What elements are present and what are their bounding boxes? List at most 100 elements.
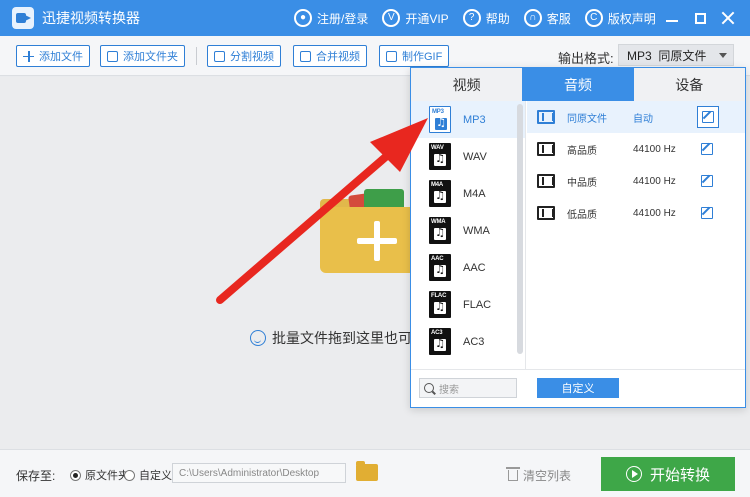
minimize-button[interactable] [658, 6, 686, 30]
format-popup: 视频 音频 设备 MP3 MP3 WAV WAV M4A M4A WMA WMA… [410, 67, 746, 408]
edit-icon[interactable] [697, 139, 717, 159]
top-links: ● 注册/登录 V 开通VIP ? 帮助 ∩ 客服 C 版权声明 [294, 0, 670, 36]
split-video-button[interactable]: 分割视频 [207, 45, 281, 67]
plus-icon [23, 50, 34, 62]
tab-device[interactable]: 设备 [633, 68, 745, 101]
quality-name: 低品质 [567, 209, 597, 221]
quality-rate: 44100 Hz [633, 175, 676, 187]
custom-button[interactable]: 自定义 [537, 378, 619, 398]
copyright-icon: C [584, 9, 603, 27]
output-format-label: 输出格式: [558, 51, 614, 66]
close-icon [721, 11, 735, 25]
save-to-label: 保存至: [16, 469, 56, 483]
radio-custom-folder[interactable]: 自定义 [124, 467, 172, 483]
radio-dot [124, 469, 135, 481]
flac-file-icon: FLAC [429, 291, 451, 318]
wma-file-icon: WMA [429, 217, 451, 244]
add-file-button[interactable]: 添加文件 [16, 45, 90, 67]
bottom-bar: 保存至: 原文件夹 自定义 C:\Users\Administrator\Des… [0, 449, 750, 497]
crop-icon [214, 50, 225, 62]
edit-icon[interactable] [697, 171, 717, 191]
vip-link[interactable]: V 开通VIP [382, 9, 449, 27]
quality-list: 同原文件 自动 高品质 44100 Hz 中品质 44100 Hz 低品质 44… [527, 101, 745, 229]
quality-rate: 自动 [633, 113, 653, 125]
trash-icon [506, 467, 520, 481]
radio-custom-label: 自定义 [139, 470, 172, 482]
play-icon [625, 466, 642, 482]
radio-dot [70, 469, 81, 481]
clear-list-label: 清空列表 [523, 469, 572, 483]
output-format-value: MP3 同原文件 [627, 48, 707, 63]
quality-name: 同原文件 [567, 113, 607, 125]
format-list-scrollbar[interactable] [517, 104, 523, 354]
quality-row-high[interactable]: 高品质 44100 Hz [527, 133, 745, 165]
format-item-wma[interactable]: WMA WMA [411, 212, 525, 249]
login-label: 注册/登录 [317, 11, 369, 26]
film-icon [537, 206, 555, 220]
edit-icon[interactable] [697, 106, 719, 128]
format-label: AC3 [463, 335, 485, 348]
help-link[interactable]: ? 帮助 [462, 9, 510, 27]
folder-icon[interactable] [356, 461, 378, 481]
drop-hint-text: 批量文件拖到这里也可以 [272, 330, 410, 346]
smile-icon [250, 330, 266, 346]
format-item-m4a[interactable]: M4A M4A [411, 175, 525, 212]
film-icon [537, 174, 555, 188]
vip-icon: V [382, 9, 401, 27]
minimize-icon [666, 20, 678, 22]
title-bar: 迅捷视频转换器 ● 注册/登录 V 开通VIP ? 帮助 ∩ 客服 C 版权声明 [0, 0, 750, 36]
headset-icon: ∩ [523, 9, 542, 27]
tab-video[interactable]: 视频 [411, 68, 523, 101]
close-button[interactable] [714, 6, 742, 30]
split-video-label: 分割视频 [230, 51, 274, 63]
format-item-ac3[interactable]: AC3 AC3 [411, 323, 525, 360]
copyright-link[interactable]: C 版权声明 [584, 9, 656, 27]
start-convert-button[interactable]: 开始转换 [601, 457, 735, 491]
login-link[interactable]: ● 注册/登录 [294, 9, 368, 27]
format-item-aac[interactable]: AAC AAC [411, 249, 525, 286]
merge-video-label: 合并视频 [316, 51, 360, 63]
merge-video-button[interactable]: 合并视频 [293, 45, 367, 67]
add-folder-label: 添加文件夹 [123, 51, 178, 63]
clear-list-button[interactable]: 清空列表 [506, 467, 572, 484]
quality-rate: 44100 Hz [633, 143, 676, 155]
drop-hint: 批量文件拖到这里也可以 [250, 328, 410, 348]
make-gif-label: 制作GIF [402, 51, 443, 63]
format-item-mp3[interactable]: MP3 MP3 [411, 101, 525, 138]
format-label: WMA [463, 224, 490, 237]
quality-row-medium[interactable]: 中品质 44100 Hz [527, 165, 745, 197]
support-link[interactable]: ∩ 客服 [523, 9, 571, 27]
help-icon: ? [462, 9, 481, 27]
format-item-flac[interactable]: FLAC FLAC [411, 286, 525, 323]
format-item-wav[interactable]: WAV WAV [411, 138, 525, 175]
quality-rate: 44100 Hz [633, 207, 676, 219]
edit-icon[interactable] [697, 203, 717, 223]
film-icon [537, 110, 555, 124]
save-path-field[interactable]: C:\Users\Administrator\Desktop [172, 463, 346, 483]
format-label: AAC [463, 261, 486, 274]
format-list: MP3 MP3 WAV WAV M4A M4A WMA WMA AAC AAC … [411, 101, 526, 369]
vip-label: 开通VIP [405, 11, 449, 26]
app-logo-icon [12, 7, 34, 29]
radio-original-label: 原文件夹 [85, 470, 129, 482]
radio-original-folder[interactable]: 原文件夹 [70, 467, 129, 483]
maximize-icon [694, 12, 706, 24]
support-label: 客服 [546, 11, 571, 26]
add-folder-illustration-icon[interactable] [320, 185, 420, 273]
search-placeholder: 搜索 [439, 384, 459, 396]
copyright-label: 版权声明 [607, 11, 656, 26]
quality-row-low[interactable]: 低品质 44100 Hz [527, 197, 745, 229]
user-icon: ● [294, 9, 312, 27]
wav-file-icon: WAV [429, 143, 451, 170]
output-format-select[interactable]: MP3 同原文件 [618, 44, 734, 66]
maximize-button[interactable] [686, 6, 714, 30]
format-search-input[interactable]: 搜索 [419, 378, 517, 398]
format-tabs: 视频 音频 设备 [411, 68, 745, 101]
popup-footer: 搜索 自定义 [411, 369, 745, 407]
quality-row-original[interactable]: 同原文件 自动 [527, 101, 745, 133]
chevron-down-icon [719, 53, 727, 58]
add-folder-button[interactable]: 添加文件夹 [100, 45, 185, 67]
quality-name: 中品质 [567, 177, 597, 189]
tab-audio[interactable]: 音频 [522, 68, 634, 101]
make-gif-button[interactable]: 制作GIF [379, 45, 450, 67]
